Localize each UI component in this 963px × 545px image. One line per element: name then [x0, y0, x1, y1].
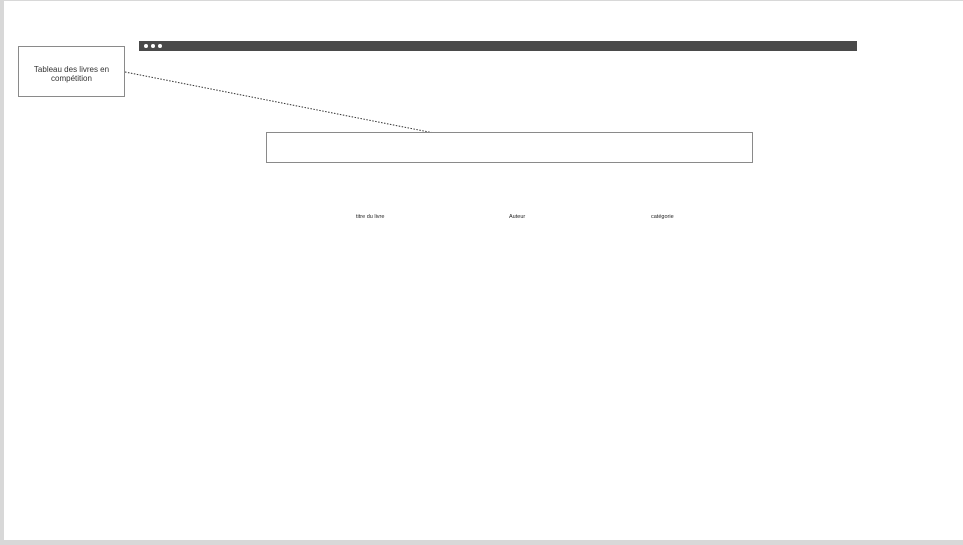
- window-dot-icon: [158, 44, 162, 48]
- column-header-author: Auteur: [509, 214, 526, 220]
- annotation-note-text: Tableau des livres en compétition: [33, 65, 110, 83]
- column-header-category: catégorie: [651, 214, 674, 220]
- window-dot-icon: [144, 44, 148, 48]
- column-header-title: titre du livre: [356, 214, 385, 220]
- browser-window-bar: [139, 41, 857, 51]
- annotation-note: Tableau des livres en compétition: [18, 46, 125, 97]
- wireframe-canvas: [4, 1, 963, 540]
- window-dot-icon: [151, 44, 155, 48]
- books-table-placeholder: [266, 132, 753, 163]
